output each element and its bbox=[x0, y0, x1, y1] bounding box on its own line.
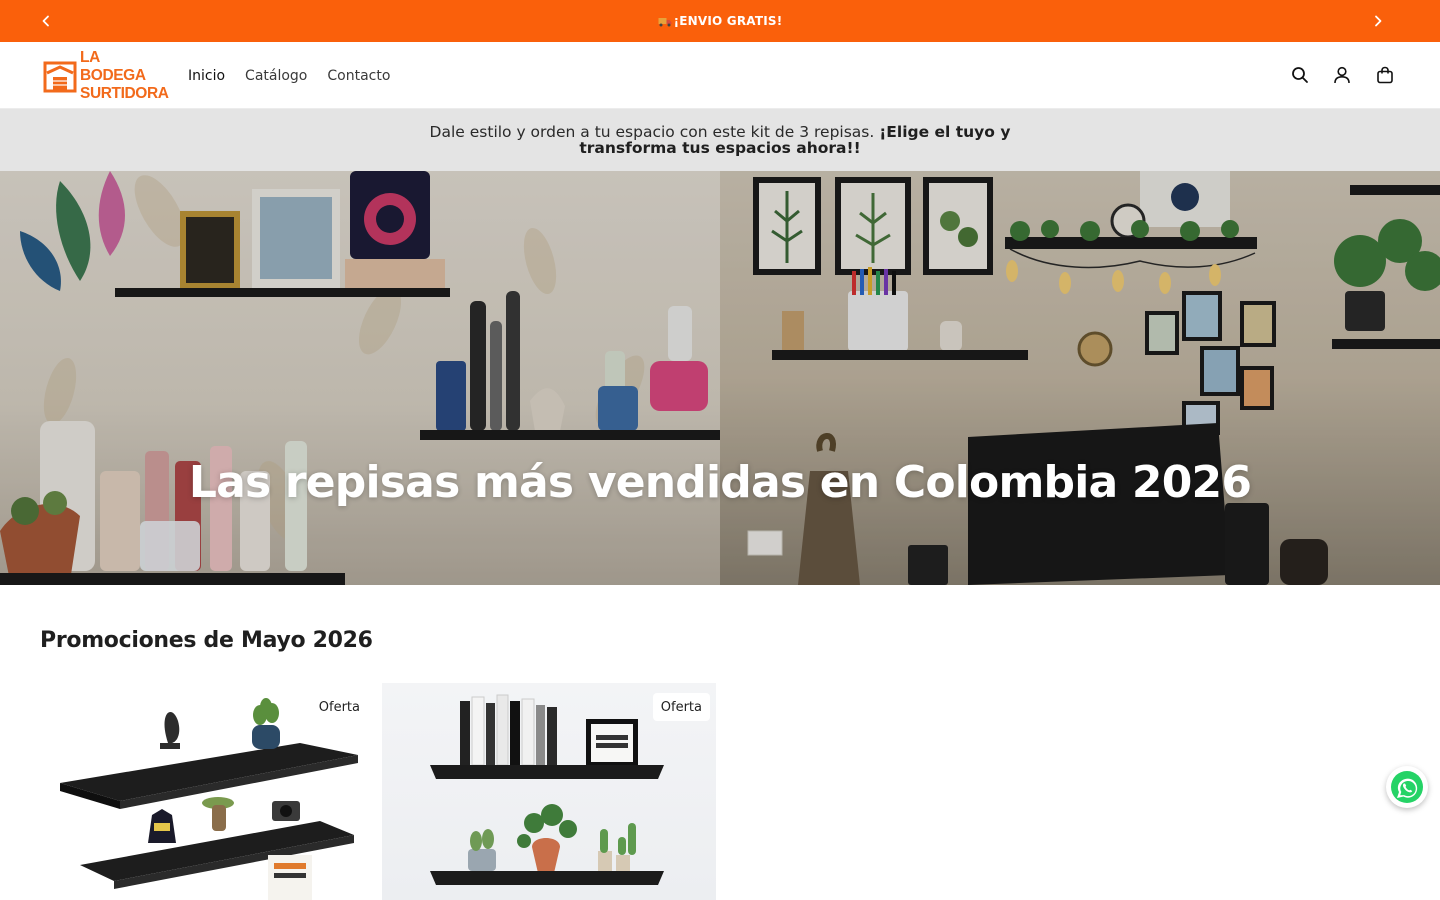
nav-link-contacto[interactable]: Contacto bbox=[327, 68, 390, 84]
whatsapp-button[interactable] bbox=[1386, 766, 1428, 808]
logo-house-icon bbox=[43, 61, 77, 93]
account-button[interactable] bbox=[1331, 64, 1353, 86]
announcement-text: ¡ENVIO GRATIS! bbox=[673, 14, 783, 28]
cart-icon bbox=[1377, 66, 1393, 84]
main-nav: Inicio Catálogo Contacto bbox=[188, 42, 410, 109]
search-button[interactable] bbox=[1289, 64, 1311, 86]
truck-icon bbox=[658, 18, 672, 27]
announcement-next-button[interactable] bbox=[1357, 0, 1399, 42]
announcement-bar: ¡ENVIO GRATIS! bbox=[0, 0, 1440, 42]
product-card[interactable]: Oferta bbox=[40, 683, 374, 900]
sale-badge: Oferta bbox=[652, 693, 710, 721]
hero-heading: Las repisas más vendidas en Colombia 202… bbox=[188, 457, 1252, 508]
promo-text-bar: Dale estilo y orden a tu espacio con est… bbox=[0, 109, 1440, 171]
promotions-title: Promociones de Mayo 2026 bbox=[40, 628, 373, 653]
nav-link-catalogo[interactable]: Catálogo bbox=[245, 68, 307, 84]
whatsapp-icon bbox=[1391, 771, 1423, 803]
chevron-right-icon bbox=[1375, 15, 1382, 27]
header-actions bbox=[1280, 42, 1440, 109]
hero-overlay bbox=[0, 171, 1440, 585]
promo-text: Dale estilo y orden a tu espacio con est… bbox=[380, 124, 1060, 156]
announcement-message: ¡ENVIO GRATIS! bbox=[0, 0, 1440, 42]
site-header: LA BODEGA SURTIDORA Inicio Catálogo Cont… bbox=[0, 42, 1440, 109]
account-icon bbox=[1334, 66, 1350, 84]
logo-line1: LA BODEGA bbox=[80, 49, 146, 84]
sale-badge: Oferta bbox=[310, 693, 368, 721]
cart-button[interactable] bbox=[1374, 64, 1396, 86]
nav-link-inicio[interactable]: Inicio bbox=[188, 68, 225, 84]
logo-line2: SURTIDORA bbox=[80, 85, 169, 102]
logo-wordmark: LA BODEGA SURTIDORA bbox=[80, 49, 169, 103]
product-card[interactable]: Oferta bbox=[382, 683, 716, 900]
hero-banner: Las repisas más vendidas en Colombia 202… bbox=[0, 171, 1440, 585]
store-logo[interactable]: LA BODEGA SURTIDORA bbox=[43, 49, 169, 102]
search-icon bbox=[1292, 67, 1308, 83]
